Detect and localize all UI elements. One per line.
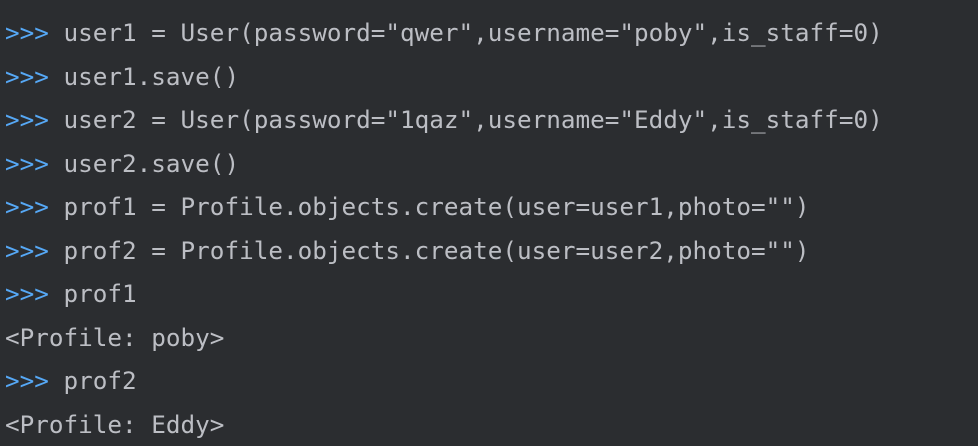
prompt-symbol: >>>	[5, 366, 49, 395]
prompt-symbol: >>>	[5, 61, 49, 91]
prompt-symbol: >>>	[5, 18, 49, 47]
input-code: prof2 = Profile.objects.create(user=user…	[63, 235, 810, 265]
input-code: user2 = User(password="1qaz",username="E…	[63, 105, 883, 134]
console-line-3: >>> user2 = User(password="1qaz",usernam…	[5, 98, 978, 142]
console-output-line-10: <Profile: Eddy>	[5, 403, 978, 446]
console-line-7: >>> prof1	[5, 272, 978, 316]
input-code: user2.save()	[63, 148, 240, 178]
python-console[interactable]: >>> user1 = User(password="qwer",usernam…	[0, 0, 978, 446]
input-code: prof1 = Profile.objects.create(user=user…	[63, 192, 810, 221]
console-line-2: >>> user1.save()	[5, 55, 978, 99]
input-code: prof1	[63, 279, 137, 308]
console-line-1: >>> user1 = User(password="qwer",usernam…	[5, 11, 978, 55]
prompt-symbol: >>>	[5, 235, 49, 265]
console-line-6: >>> prof2 = Profile.objects.create(user=…	[5, 229, 978, 273]
input-code: user1.save()	[63, 61, 240, 91]
output-text: <Profile: poby>	[5, 322, 225, 352]
input-code: user1 = User(password="qwer",username="p…	[63, 18, 883, 47]
console-line-4: >>> user2.save()	[5, 142, 978, 186]
prompt-symbol: >>>	[5, 192, 49, 221]
input-code: prof2	[63, 366, 137, 395]
prompt-symbol: >>>	[5, 148, 49, 178]
console-output-line-8: <Profile: poby>	[5, 316, 978, 360]
output-text: <Profile: Eddy>	[5, 409, 225, 439]
prompt-symbol: >>>	[5, 279, 49, 308]
console-line-5: >>> prof1 = Profile.objects.create(user=…	[5, 185, 978, 229]
prompt-symbol: >>>	[5, 105, 49, 134]
console-line-9: >>> prof2	[5, 359, 978, 403]
